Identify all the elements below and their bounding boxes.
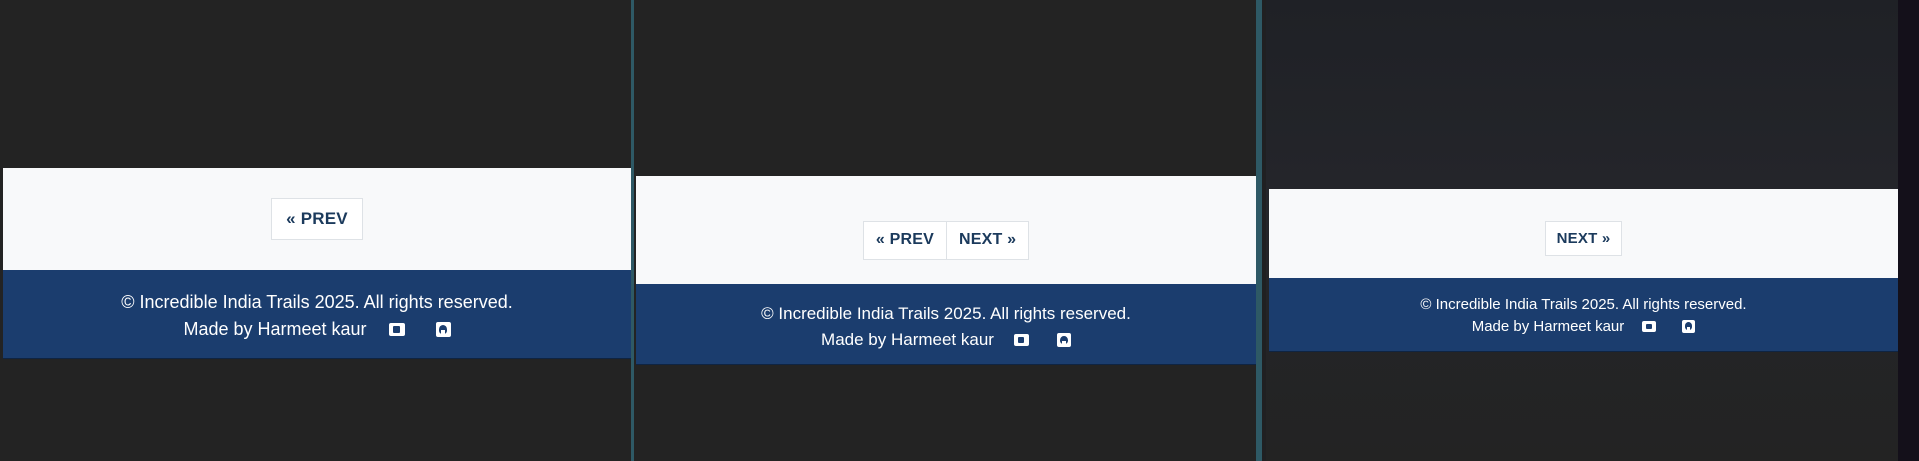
copyright-text: © Incredible India Trails 2025. All righ…	[761, 304, 1131, 323]
next-button[interactable]: NEXT »	[946, 220, 1030, 260]
page-panel-2: « PREV NEXT » © Incredible India Trails …	[634, 0, 1262, 461]
prev-button[interactable]: « PREV	[271, 198, 363, 240]
next-button[interactable]: NEXT »	[1544, 221, 1623, 256]
github-icon[interactable]	[435, 322, 451, 337]
screenshot-stage: « PREV © Incredible India Trails 2025. A…	[0, 0, 1919, 461]
copyright-text: © Incredible India Trails 2025. All righ…	[1420, 296, 1747, 313]
pagination-buttons: « PREV	[271, 198, 363, 240]
made-by-text: Made by Harmeet kaur	[1471, 318, 1625, 335]
youtube-icon[interactable]	[1013, 334, 1029, 346]
page-panel-1: « PREV © Incredible India Trails 2025. A…	[0, 0, 634, 461]
made-by-row: Made by Harmeet kaur	[821, 330, 1071, 350]
github-icon[interactable]	[1682, 320, 1696, 333]
site-footer: © Incredible India Trails 2025. All righ…	[636, 284, 1256, 365]
site-footer: © Incredible India Trails 2025. All righ…	[1269, 278, 1898, 352]
copyright-text: © Incredible India Trails 2025. All righ…	[121, 292, 513, 312]
pagination-bar: NEXT »	[1269, 189, 1898, 278]
made-by-row: Made by Harmeet kaur	[1472, 318, 1696, 335]
pagination-bar: « PREV	[3, 168, 631, 270]
github-icon[interactable]	[1056, 333, 1071, 347]
page-panel-3: NEXT » © Incredible India Trails 2025. A…	[1266, 0, 1898, 461]
pagination-buttons: NEXT »	[1544, 221, 1623, 256]
youtube-icon[interactable]	[388, 323, 405, 336]
pagination-buttons: « PREV NEXT »	[862, 220, 1030, 260]
pagination-bar: « PREV NEXT »	[636, 176, 1256, 284]
site-footer: © Incredible India Trails 2025. All righ…	[3, 270, 631, 359]
made-by-row: Made by Harmeet kaur	[183, 319, 451, 340]
prev-button[interactable]: « PREV	[862, 220, 947, 260]
window-edge	[1898, 0, 1919, 461]
made-by-text: Made by Harmeet kaur	[183, 319, 367, 339]
youtube-icon[interactable]	[1642, 321, 1657, 332]
made-by-text: Made by Harmeet kaur	[821, 330, 994, 349]
